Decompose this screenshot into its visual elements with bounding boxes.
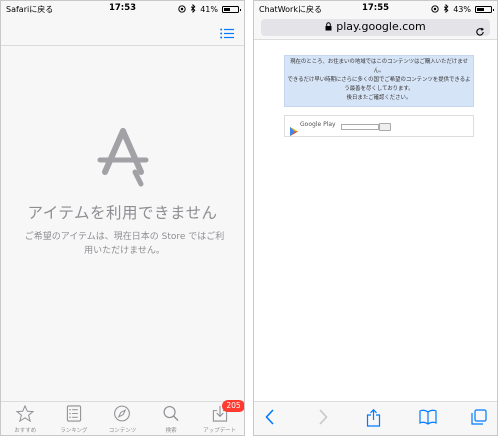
tab-label: おすすめ <box>14 428 37 434</box>
safari-screen: ChatWorkに戻る 17:55 43% play.google.com 現在… <box>253 0 498 436</box>
tab-search[interactable]: 検索 <box>147 402 196 435</box>
status-right: 41% <box>178 3 241 15</box>
share-icon[interactable] <box>366 408 381 431</box>
battery-icon <box>222 6 241 13</box>
bluetooth-icon <box>443 3 449 15</box>
orientation-lock-icon <box>178 4 186 15</box>
battery-icon <box>475 6 494 13</box>
status-bar: ChatWorkに戻る 17:55 43% <box>254 1 497 17</box>
address-bar-area: play.google.com <box>254 17 497 40</box>
tab-featured[interactable]: おすすめ <box>1 402 50 435</box>
url-text: play.google.com <box>336 20 426 33</box>
notice-line: 現在のところ、お住まいの地域ではこのコンテンツはご購入いただけません。 <box>290 59 468 74</box>
url-display: play.google.com <box>261 20 490 34</box>
tabs-icon[interactable] <box>471 409 487 429</box>
forward-arrow-icon[interactable] <box>318 409 328 429</box>
page-subtitle: ご希望のアイテムは、現在日本の Store ではご利用いただけません。 <box>24 232 225 256</box>
safari-toolbar <box>254 401 497 435</box>
updates-badge: 205 <box>222 400 244 412</box>
tab-bar: おすすめ ランキング コンテンツ 検索 205 アップデート <box>1 400 244 435</box>
google-play-search-button[interactable] <box>379 123 391 131</box>
star-icon <box>16 405 35 422</box>
navigation-bar <box>1 17 244 46</box>
tab-label: 検索 <box>165 428 177 434</box>
app-store-screen: Safariに戻る 17:53 41% アイテムを利用できません ご希望のアイテ… <box>0 0 245 436</box>
bookmarks-icon[interactable] <box>419 409 437 429</box>
tab-label: コンテンツ <box>108 428 137 434</box>
orientation-lock-icon <box>431 4 439 15</box>
tab-updates[interactable]: 205 アップデート <box>195 400 244 435</box>
google-play-search-box: Google Play <box>284 115 474 137</box>
list-icon <box>66 405 82 422</box>
google-play-label: Google Play <box>300 121 336 128</box>
status-right: 43% <box>431 3 494 15</box>
search-icon <box>163 406 179 422</box>
notice-line: できるだけ早い時期にさらに多くの国でご希望のコンテンツを提供できるよう最善を尽く… <box>287 77 471 92</box>
unavailable-notice: 現在のところ、お住まいの地域ではこのコンテンツはご購入いただけません。 できるだ… <box>284 55 474 107</box>
tab-label: アップデート <box>203 428 237 434</box>
back-arrow-icon[interactable] <box>265 409 275 429</box>
tab-contents[interactable]: コンテンツ <box>98 402 147 435</box>
lock-icon <box>325 21 332 34</box>
tab-label: ランキング <box>60 428 88 434</box>
address-bar[interactable]: play.google.com <box>261 19 490 36</box>
app-store-icon <box>95 128 151 192</box>
reload-icon[interactable] <box>475 22 485 41</box>
status-bar: Safariに戻る 17:53 41% <box>1 1 244 17</box>
battery-percent: 43% <box>453 5 471 14</box>
google-play-logo-icon <box>290 121 298 140</box>
page-title: アイテムを利用できません <box>27 204 218 222</box>
list-icon[interactable] <box>220 24 234 43</box>
compass-icon <box>114 405 131 422</box>
tab-ranking[interactable]: ランキング <box>50 402 99 435</box>
content-area: アイテムを利用できません ご希望のアイテムは、現在日本の Store ではご利用… <box>1 46 244 402</box>
battery-percent: 41% <box>200 5 218 14</box>
bluetooth-icon <box>190 3 196 15</box>
notice-line: 後日またご確認ください。 <box>346 95 412 101</box>
google-play-search-input[interactable] <box>341 124 379 130</box>
